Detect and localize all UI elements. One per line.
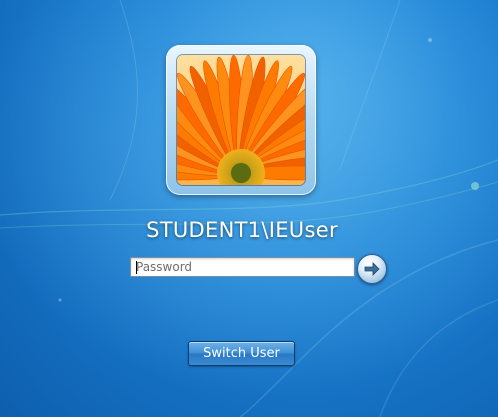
- password-input[interactable]: [130, 257, 355, 277]
- switch-user-button[interactable]: Switch User: [188, 341, 295, 366]
- user-avatar-frame: [166, 45, 316, 195]
- submit-arrow-button[interactable]: [357, 254, 387, 284]
- text-cursor: [136, 261, 137, 274]
- arrow-right-icon: [364, 262, 380, 276]
- user-avatar: [177, 55, 305, 185]
- username-label: STUDENT1\IEUser: [146, 218, 338, 242]
- orange-flower-picture: [177, 55, 305, 185]
